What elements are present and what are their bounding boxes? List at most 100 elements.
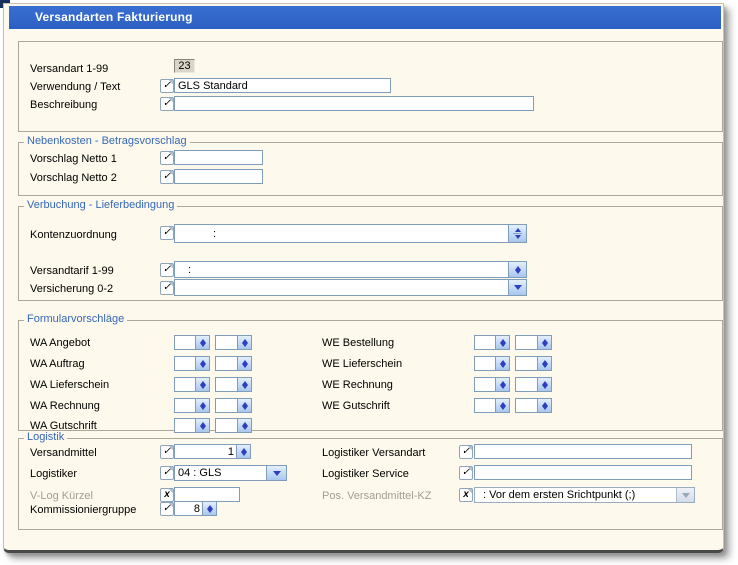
wa-gutschrift-spinner-1[interactable]: [174, 418, 210, 433]
beschreibung-input[interactable]: [174, 96, 534, 111]
spinner-button[interactable]: [237, 419, 251, 432]
vorschlag-netto2-input[interactable]: [174, 169, 263, 184]
wa-lieferschein-spinner-2[interactable]: [215, 377, 252, 392]
pos-versandmittel-kz-label: Pos. Versandmittel-KZ: [322, 490, 431, 502]
down-arrow-icon: [542, 343, 548, 347]
down-arrow-icon: [500, 343, 506, 347]
spinner-button[interactable]: [237, 336, 251, 349]
versandtarif-combobox[interactable]: :: [174, 261, 527, 278]
spinner-button[interactable]: [195, 357, 209, 370]
kontenzuordnung-spinner[interactable]: [508, 225, 526, 242]
we-rechnung-spinner-1[interactable]: [474, 377, 510, 392]
down-arrow-icon: [242, 343, 248, 347]
down-arrow-icon: [500, 406, 506, 410]
spinner-button[interactable]: [237, 357, 251, 370]
kommissioniergruppe-spinner-button[interactable]: [202, 502, 216, 515]
beschreibung-checkbox[interactable]: ✓: [160, 97, 174, 111]
vlog-kuerzel-checkbox[interactable]: x: [160, 488, 174, 502]
check-icon: ✓: [163, 171, 171, 182]
we-bestellung-spinner-1[interactable]: [474, 335, 510, 350]
we-gutschrift-spinner-1[interactable]: [474, 398, 510, 413]
versicherung-combobox[interactable]: [174, 279, 527, 296]
wa-auftrag-spinner-2[interactable]: [215, 356, 252, 371]
spinner-button[interactable]: [537, 378, 551, 391]
vorschlag-netto1-checkbox[interactable]: ✓: [160, 151, 174, 165]
kommissioniergruppe-checkbox[interactable]: ✓: [160, 502, 174, 516]
spinner-button[interactable]: [495, 357, 509, 370]
spinner-button[interactable]: [195, 378, 209, 391]
spinner-button[interactable]: [537, 336, 551, 349]
we-rechnung-spinner-2[interactable]: [515, 377, 552, 392]
spinner-button[interactable]: [195, 419, 209, 432]
vlog-kuerzel-input[interactable]: [174, 487, 240, 502]
formular-section-title: Formularvorschläge: [24, 313, 127, 326]
vorschlag-netto1-input[interactable]: [174, 150, 263, 165]
versicherung-checkbox[interactable]: ✓: [160, 281, 174, 295]
versandmittel-spinner-button[interactable]: [236, 445, 250, 458]
general-groupbox: Versandart 1-99 23 Verwendung / Text ✓ G…: [18, 41, 723, 132]
wa-auftrag-label: WA Auftrag: [30, 358, 85, 370]
verwendung-label: Verwendung / Text: [30, 81, 120, 93]
versandmittel-label: Versandmittel: [30, 447, 97, 459]
dropdown-arrow-icon: [682, 493, 690, 498]
wa-auftrag-spinner-1[interactable]: [174, 356, 210, 371]
wa-rechnung-spinner-1[interactable]: [174, 398, 210, 413]
versandart-label: Versandart 1-99: [30, 63, 108, 75]
versandmittel-spinner-input[interactable]: 1: [174, 444, 251, 459]
dropdown-arrow-icon: [273, 471, 281, 476]
spinner-button[interactable]: [237, 378, 251, 391]
kommissioniergruppe-spinner-input[interactable]: 8: [174, 501, 217, 516]
logistiker-label: Logistiker: [30, 468, 77, 480]
logistiker-versandart-input[interactable]: [474, 444, 692, 459]
check-icon: ✓: [163, 80, 171, 91]
vorschlag-netto2-checkbox[interactable]: ✓: [160, 170, 174, 184]
versicherung-dropdown-button[interactable]: [508, 280, 526, 295]
check-icon: ✓: [163, 503, 171, 514]
spinner-button[interactable]: [195, 399, 209, 412]
down-arrow-icon: [542, 364, 548, 368]
spinner-button[interactable]: [537, 357, 551, 370]
down-arrow-icon: [242, 426, 248, 430]
we-gutschrift-spinner-2[interactable]: [515, 398, 552, 413]
nebenkosten-groupbox: Nebenkosten - Betragsvorschlag Vorschlag…: [18, 142, 723, 196]
up-arrow-icon: [515, 228, 521, 232]
logistiker-versandart-checkbox[interactable]: ✓: [459, 445, 473, 459]
spinner-button[interactable]: [495, 399, 509, 412]
verwendung-checkbox[interactable]: ✓: [160, 79, 174, 93]
wa-angebot-spinner-2[interactable]: [215, 335, 252, 350]
wa-lieferschein-spinner-1[interactable]: [174, 377, 210, 392]
vorschlag-netto1-label: Vorschlag Netto 1: [30, 153, 117, 165]
formular-groupbox: Formularvorschläge WA Angebot WA Auftrag…: [18, 320, 723, 431]
pos-versandmittel-kz-dropdown-button[interactable]: [676, 488, 694, 502]
we-lieferschein-spinner-2[interactable]: [515, 356, 552, 371]
spinner-button[interactable]: [237, 399, 251, 412]
spinner-button[interactable]: [495, 336, 509, 349]
kontenzuordnung-checkbox[interactable]: ✓: [160, 226, 174, 240]
kontenzuordnung-combobox[interactable]: :: [174, 224, 527, 243]
versandtarif-checkbox[interactable]: ✓: [160, 263, 174, 277]
spinner-button[interactable]: [537, 399, 551, 412]
down-arrow-icon: [241, 452, 247, 456]
we-lieferschein-spinner-1[interactable]: [474, 356, 510, 371]
pos-versandmittel-kz-checkbox[interactable]: x: [459, 488, 473, 502]
check-icon: ✓: [163, 282, 171, 293]
spinner-button[interactable]: [495, 378, 509, 391]
verbuchung-section-title: Verbuchung - Lieferbedingung: [24, 199, 177, 212]
wa-gutschrift-spinner-2[interactable]: [215, 418, 252, 433]
versandmittel-checkbox[interactable]: ✓: [160, 445, 174, 459]
logistiker-combobox[interactable]: 04 : GLS: [174, 465, 287, 481]
versandtarif-spinner[interactable]: [508, 262, 526, 277]
spinner-button[interactable]: [195, 336, 209, 349]
we-bestellung-spinner-2[interactable]: [515, 335, 552, 350]
verwendung-input[interactable]: GLS Standard: [174, 78, 391, 93]
logistiker-checkbox[interactable]: ✓: [160, 466, 174, 480]
logistiker-dropdown-button[interactable]: [266, 466, 286, 480]
pos-versandmittel-kz-combobox[interactable]: : Vor dem ersten Srichtpunkt (;): [474, 487, 695, 503]
logistiker-service-checkbox[interactable]: ✓: [459, 466, 473, 480]
down-arrow-icon: [242, 385, 248, 389]
down-arrow-icon: [515, 235, 521, 239]
logistiker-service-input[interactable]: [474, 465, 692, 480]
wa-rechnung-spinner-2[interactable]: [215, 398, 252, 413]
down-arrow-icon: [200, 385, 206, 389]
wa-angebot-spinner-1[interactable]: [174, 335, 210, 350]
